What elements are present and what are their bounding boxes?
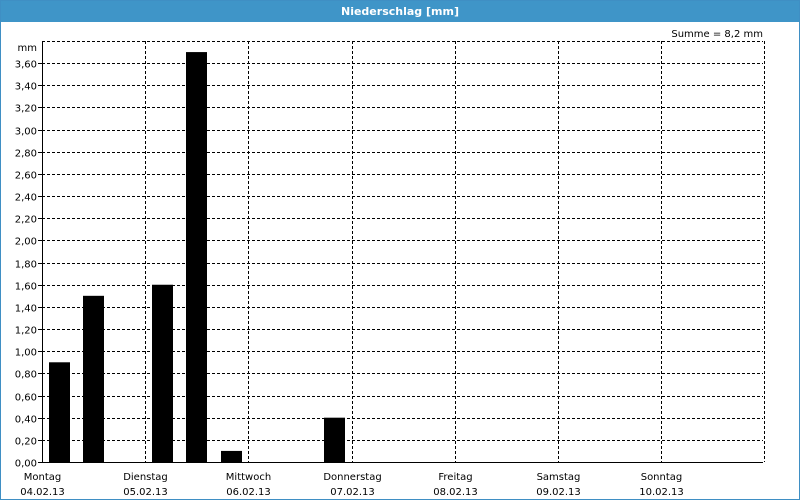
y-tick-label: 0,40: [15, 415, 37, 426]
x-tick-day-name: Samstag: [537, 472, 581, 483]
precipitation-bar: [83, 295, 104, 462]
x-tick-date: 07.02.13: [330, 487, 375, 498]
window-title: Niederschlag [mm]: [1, 1, 799, 22]
bars: [49, 52, 345, 462]
y-tick-label: 0,20: [15, 437, 37, 448]
y-tick-label: 2,60: [15, 171, 37, 182]
x-tick-day-name: Mittwoch: [226, 472, 271, 483]
x-tick-date: 08.02.13: [433, 487, 478, 498]
x-tick-date: 10.02.13: [639, 487, 684, 498]
axes: [38, 41, 763, 463]
precipitation-bar: [49, 362, 70, 462]
y-tick-label: 3,20: [15, 104, 37, 115]
precipitation-bar: [324, 417, 345, 462]
y-tick-label: 1,00: [15, 348, 37, 359]
precipitation-bar: [186, 52, 207, 462]
x-tick-day-name: Montag: [24, 472, 61, 483]
summary-text: Summe = 8,2 mm: [671, 29, 763, 40]
y-tick-label: 1,60: [15, 282, 37, 293]
grid: [42, 41, 765, 462]
y-tick-label: 1,80: [15, 260, 37, 271]
y-tick-label: 0,00: [15, 459, 37, 470]
y-tick-label: 2,00: [15, 237, 37, 248]
y-tick-label: 2,40: [15, 193, 37, 204]
y-tick-label: 0,80: [15, 370, 37, 381]
x-tick-date: 09.02.13: [536, 487, 581, 498]
y-tick-label: 1,40: [15, 304, 37, 315]
y-tick-label: 1,20: [15, 326, 37, 337]
chart-window: Niederschlag [mm] Summe = 8,2 mm mm 0,00…: [0, 0, 800, 500]
y-tick-label: 3,60: [15, 60, 37, 71]
x-tick-day-name: Sonntag: [641, 472, 683, 483]
y-tick-label: 0,60: [15, 393, 37, 404]
precipitation-bar: [221, 450, 242, 462]
y-tick-label: 3,40: [15, 82, 37, 93]
y-tick-label: 2,20: [15, 215, 37, 226]
precipitation-chart: Summe = 8,2 mm mm 0,00 0,20 0,40 0,60 0,80 1,…: [15, 29, 765, 499]
x-tick-date: 05.02.13: [123, 487, 168, 498]
precipitation-bar: [152, 284, 173, 462]
axis-labels: 0,00 0,20 0,40 0,60 0,80 1,00 1,20 1,40 1,60 1,80…: [15, 60, 684, 499]
x-tick-date: 06.02.13: [226, 487, 271, 498]
y-tick-label: 3,00: [15, 127, 37, 138]
x-tick-day-name: Dienstag: [123, 472, 168, 483]
x-tick-day-name: Donnerstag: [323, 472, 381, 483]
y-axis-unit: mm: [18, 43, 37, 54]
x-tick-day-name: Freitag: [438, 472, 472, 483]
y-tick-label: 2,80: [15, 149, 37, 160]
x-tick-date: 04.02.13: [20, 487, 65, 498]
